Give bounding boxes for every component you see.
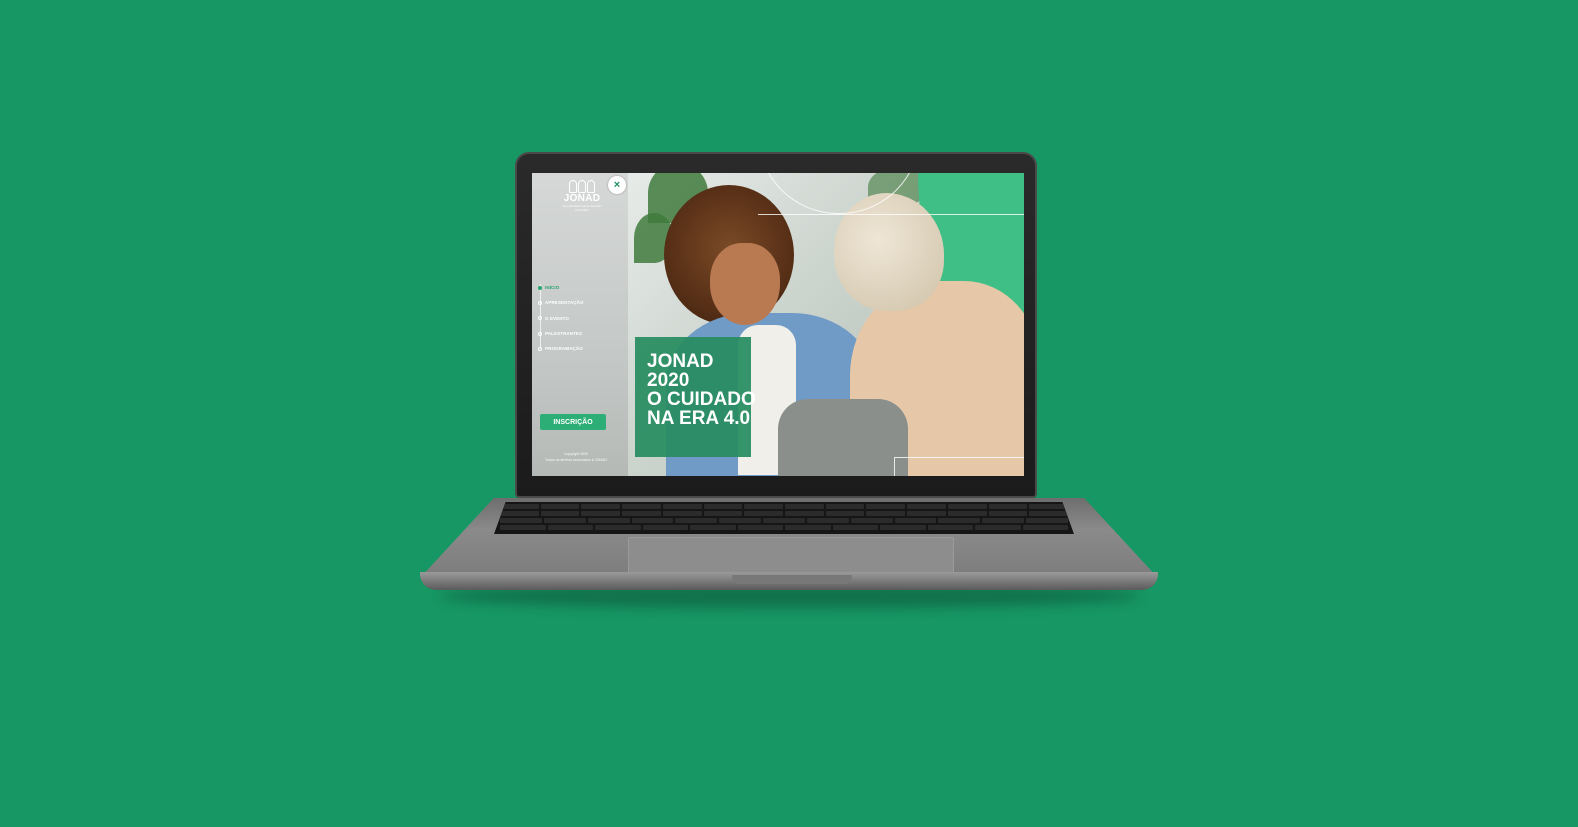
woman-left-face — [710, 243, 780, 325]
hero-title-line: O CUIDADO — [647, 389, 756, 410]
hero-title-box: JONAD 2020 O CUIDADO NA ERA 4.0 — [635, 337, 756, 457]
nav-item-inicio[interactable]: INÍCIO — [538, 280, 584, 295]
nav-dot-icon — [538, 346, 542, 351]
decorative-line — [758, 214, 1024, 215]
hero-photo: JONAD 2020 O CUIDADO NA ERA 4.0 — [628, 173, 1024, 476]
laptop-mockup: JONAD 2020 O CUIDADO NA ERA 4.0 JONAD Jo… — [0, 0, 1578, 827]
site-logo[interactable]: JONAD Jornada Nacional de Atenção Domici… — [562, 180, 602, 212]
keyboard — [494, 502, 1074, 534]
hero-title-line: JONAD — [647, 351, 714, 372]
nav-item-label: APRESENTAÇÃO — [545, 300, 584, 306]
nav-item-label: O EVENTO — [545, 315, 569, 321]
nav-dot-icon — [538, 300, 542, 305]
nav-item-apresentacao[interactable]: APRESENTAÇÃO — [538, 295, 584, 310]
nav-item-label: PROGRAMAÇÃO — [545, 346, 583, 352]
logo-title: JONAD — [563, 193, 601, 204]
nav-item-palestrantes[interactable]: PALESTRANTES — [538, 326, 584, 341]
nav-item-label: PALESTRANTES — [545, 331, 583, 337]
chair — [778, 399, 908, 476]
nav-item-label: INÍCIO — [545, 285, 560, 291]
nav-dot-icon — [538, 316, 542, 321]
laptop-screen: JONAD 2020 O CUIDADO NA ERA 4.0 JONAD Jo… — [532, 173, 1024, 476]
people-icon — [562, 180, 602, 193]
hero-title-line: NA ERA 4.0 — [647, 408, 751, 429]
nav-item-o-evento[interactable]: O EVENTO — [538, 311, 584, 326]
hero-title: JONAD 2020 O CUIDADO NA ERA 4.0 — [647, 352, 756, 428]
close-icon[interactable]: × — [608, 176, 626, 194]
logo-subtitle: Jornada Nacional de Atenção Domiciliar — [562, 204, 602, 212]
inscricao-button[interactable]: INSCRIÇÃO — [540, 414, 606, 430]
decorative-frame — [894, 457, 1024, 476]
site-nav-menu: INÍCIO APRESENTAÇÃO O EVENTO PALESTRANTE… — [538, 280, 584, 356]
site-sidebar: JONAD Jornada Nacional de Atenção Domici… — [532, 173, 628, 476]
nav-dot-icon — [538, 285, 542, 290]
copyright-line: Todos os direitos reservados à JONAD — [545, 458, 607, 462]
nav-item-programacao[interactable]: PROGRAMAÇÃO — [538, 341, 584, 356]
copyright-text: Copyright 2020 Todos os direitos reserva… — [532, 451, 620, 463]
nav-dot-icon — [538, 331, 542, 336]
hero-title-line: 2020 — [647, 370, 690, 391]
laptop-open-notch — [732, 575, 852, 584]
